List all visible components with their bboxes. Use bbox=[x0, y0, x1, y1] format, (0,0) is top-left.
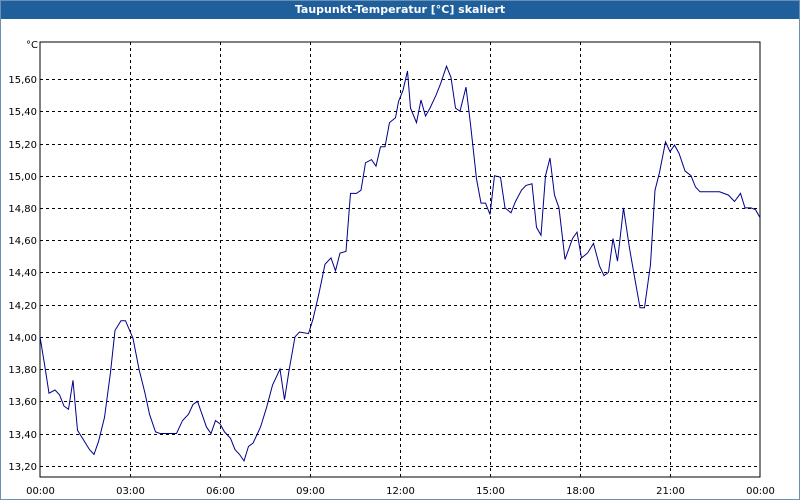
chart-title: Taupunkt-Temperatur [°C] skaliert bbox=[1, 1, 799, 19]
y-axis-ticks: 13,20 13,40 13,60 13,80 14,00 14,20 14,40 14,60… bbox=[8, 75, 37, 473]
x-tick-time-label: 03:00 bbox=[116, 486, 145, 497]
y-tick-label: 14,20 bbox=[8, 301, 37, 312]
x-tick-time-label: 00:00 bbox=[26, 486, 55, 497]
x-tick-time-label: 09:00 bbox=[296, 486, 325, 497]
y-tick-label: 14,80 bbox=[8, 204, 37, 215]
y-tick-label: 13,60 bbox=[8, 397, 37, 408]
y-tick-label: 15,40 bbox=[8, 107, 37, 118]
x-tick-time-label: 12:00 bbox=[386, 486, 415, 497]
y-tick-label: 14,00 bbox=[8, 333, 37, 344]
grid-lines bbox=[40, 42, 760, 477]
y-tick-label: 14,40 bbox=[8, 268, 37, 279]
x-tick-time-label: 06:00 bbox=[206, 486, 235, 497]
x-tick-time-label: 21:00 bbox=[656, 486, 685, 497]
x-tick-time-label: 15:00 bbox=[476, 486, 505, 497]
y-axis-unit-label: °C bbox=[26, 40, 38, 51]
x-tick-time-label: 00:00 bbox=[746, 486, 775, 497]
y-tick-label: 15,60 bbox=[8, 75, 37, 86]
y-tick-label: 15,00 bbox=[8, 172, 37, 183]
y-tick-label: 15,20 bbox=[8, 140, 37, 151]
y-tick-label: 13,40 bbox=[8, 430, 37, 441]
chart-plot: 13,20 13,40 13,60 13,80 14,00 14,20 14,40 14,60… bbox=[8, 40, 775, 497]
x-axis-ticks: 00:0015.08.1803:0015.08.1806:0015.08.180… bbox=[26, 486, 775, 497]
chart-window: Taupunkt-Temperatur [°C] skaliert 13,20 1… bbox=[0, 0, 800, 500]
y-tick-label: 13,80 bbox=[8, 365, 37, 376]
y-tick-label: 13,20 bbox=[8, 462, 37, 473]
x-tick-time-label: 18:00 bbox=[566, 486, 595, 497]
y-tick-label: 14,60 bbox=[8, 236, 37, 247]
